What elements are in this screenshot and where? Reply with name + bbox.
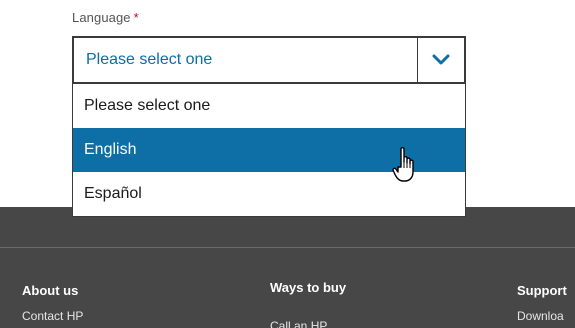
select-toggle-button[interactable]	[418, 38, 464, 82]
page: Language * Please select one About us Con…	[0, 0, 575, 328]
language-label-text: Language	[72, 10, 131, 25]
footer-link-contact-hp[interactable]: Contact HP	[22, 309, 83, 323]
required-asterisk: *	[133, 10, 139, 25]
footer-heading-support: Support	[517, 283, 567, 298]
footer-heading-about: About us	[22, 283, 79, 298]
language-select[interactable]: Please select one	[72, 36, 466, 84]
footer	[0, 207, 575, 328]
footer-link-call-hp[interactable]: Call an HP	[270, 319, 327, 328]
footer-divider	[0, 247, 575, 248]
language-label: Language *	[72, 10, 139, 25]
option-please-select[interactable]: Please select one	[73, 84, 465, 128]
language-select-value: Please select one	[86, 51, 213, 68]
footer-heading-ways-to-buy: Ways to buy	[270, 280, 347, 295]
footer-link-downloads[interactable]: Downloa	[517, 309, 564, 323]
hand-pointer-icon	[392, 147, 414, 182]
chevron-down-icon	[432, 54, 450, 65]
